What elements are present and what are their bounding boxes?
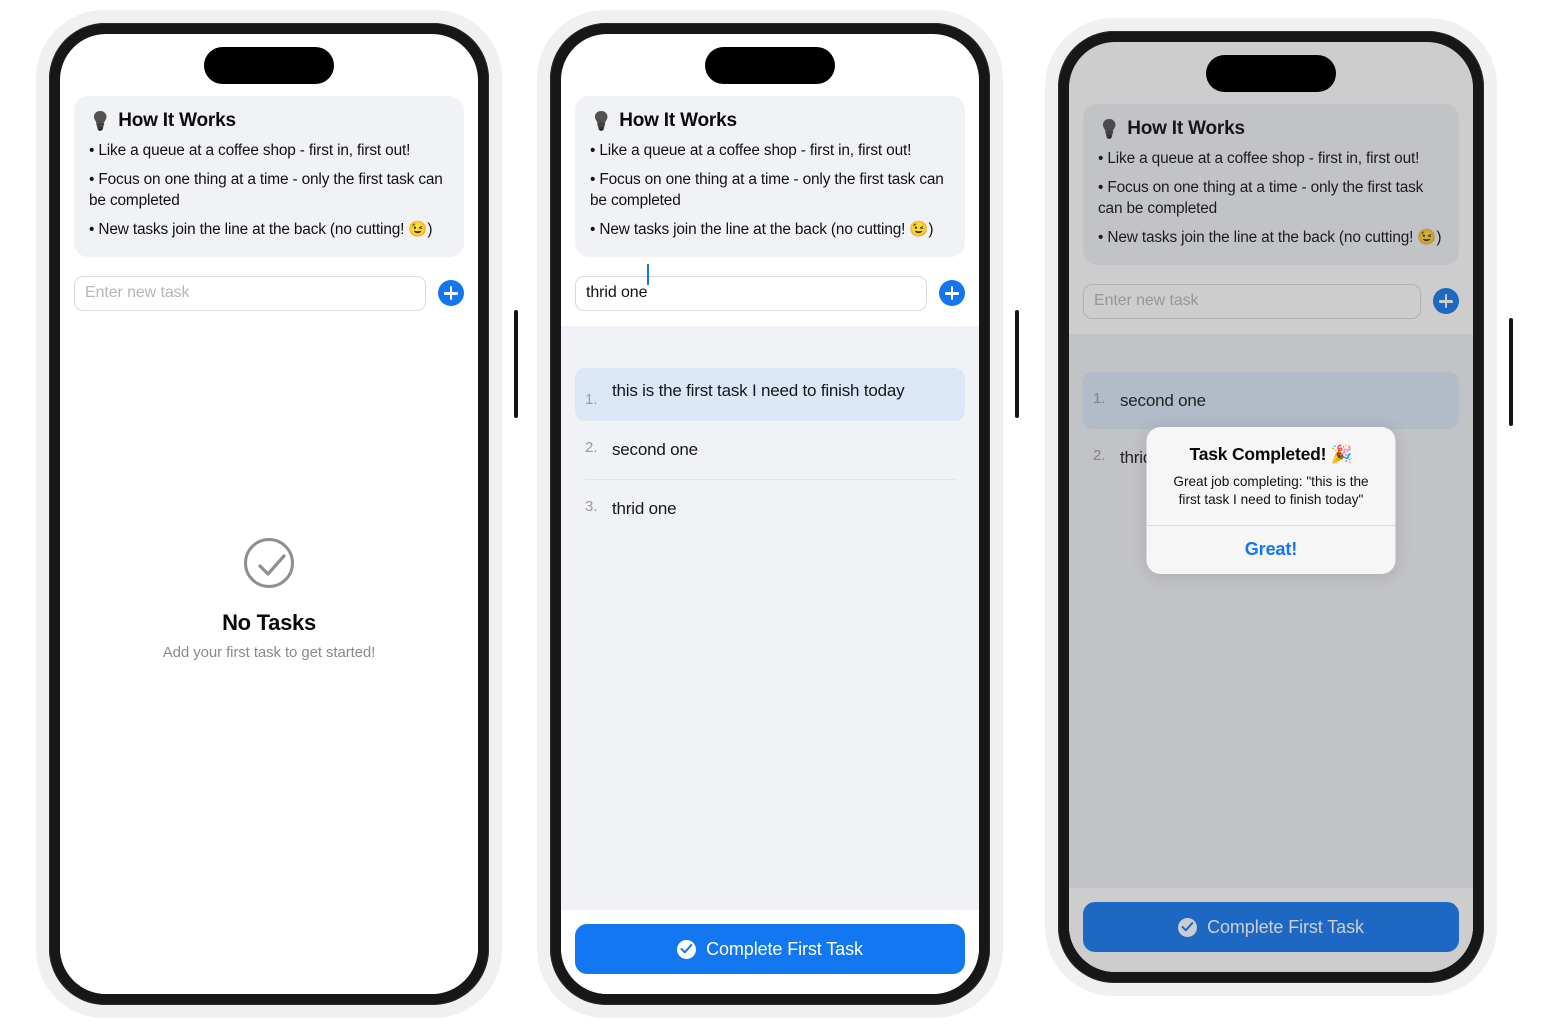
task-text: second one [612, 440, 698, 460]
phone-screen: 💡 How It Works • Like a queue at a coffe… [60, 34, 478, 994]
add-task-button[interactable] [438, 280, 464, 307]
dynamic-island [705, 47, 835, 84]
phone-bezel: 💡 How It Works • Like a queue at a coffe… [550, 23, 990, 1005]
task-row[interactable]: 2. second one [575, 421, 965, 478]
dialog-title: Task Completed! 🎉 [1189, 444, 1353, 464]
how-it-works-bullet: • New tasks join the line at the back (n… [590, 221, 934, 239]
how-it-works-bullet: • Like a queue at a coffee shop - first … [89, 142, 411, 159]
task-row[interactable]: 3. thrid one [575, 480, 965, 537]
new-task-input[interactable] [575, 275, 927, 311]
text-cursor [647, 263, 650, 285]
how-it-works-bullet: • Focus on one thing at a time - only th… [89, 171, 443, 209]
task-number: 1. [585, 390, 598, 408]
phone-screen: 💡 How It Works • Like a queue at a coffe… [1069, 42, 1473, 972]
check-circle-filled-icon [677, 939, 697, 959]
new-task-composer [74, 257, 464, 326]
task-completed-dialog: Task Completed! 🎉 Great job completing: … [1146, 427, 1396, 574]
add-task-button[interactable] [939, 280, 965, 307]
how-it-works-title: How It Works [619, 110, 737, 131]
empty-state-title: No Tasks [222, 609, 316, 635]
empty-state-subtitle: Add your first task to get started! [162, 643, 376, 661]
task-list-area: No Tasks Add your first task to get star… [60, 325, 478, 994]
empty-state: No Tasks Add your first task to get star… [60, 537, 478, 661]
screenshot-canvas: 💡 How It Works • Like a queue at a coffe… [0, 0, 1562, 1034]
phone-task-list: 💡 How It Works • Like a queue at a coffe… [537, 10, 1019, 1018]
dialog-message: Great job completing: "this is the first… [1173, 474, 1369, 507]
new-task-composer [575, 257, 965, 326]
top-section: 💡 How It Works • Like a queue at a coffe… [60, 96, 478, 326]
new-task-input[interactable] [74, 275, 426, 311]
phone-bezel: 💡 How It Works • Like a queue at a coffe… [1058, 31, 1484, 983]
dialog-body: Task Completed! 🎉 Great job completing: … [1147, 427, 1396, 525]
how-it-works-card: 💡 How It Works • Like a queue at a coffe… [575, 96, 965, 257]
lightbulb-icon: 💡 [89, 111, 112, 131]
app-root: 💡 How It Works • Like a queue at a coffe… [60, 34, 478, 994]
how-it-works-card: 💡 How It Works • Like a queue at a coffe… [74, 96, 464, 257]
footer-bar: Complete First Task [561, 910, 979, 994]
top-section: 💡 How It Works • Like a queue at a coffe… [561, 96, 979, 326]
task-text: this is the first task I need to finish … [612, 380, 905, 400]
phone-screen: 💡 How It Works • Like a queue at a coffe… [561, 34, 979, 994]
dialog-confirm-button[interactable]: Great! [1147, 526, 1396, 574]
app-root: 💡 How It Works • Like a queue at a coffe… [561, 34, 979, 994]
dynamic-island [204, 47, 334, 84]
task-text: thrid one [612, 498, 677, 518]
phone-empty-state: 💡 How It Works • Like a queue at a coffe… [36, 10, 518, 1018]
checkmark-glyph [680, 944, 693, 954]
how-it-works-header: 💡 How It Works [590, 110, 950, 132]
power-button[interactable] [514, 310, 518, 418]
task-row[interactable]: 1. this is the first task I need to fini… [575, 367, 965, 422]
complete-first-task-button[interactable]: Complete First Task [575, 924, 965, 974]
check-circle-icon [244, 537, 294, 588]
phone-bezel: 💡 How It Works • Like a queue at a coffe… [49, 23, 489, 1005]
how-it-works-bullet: • Focus on one thing at a time - only th… [590, 171, 944, 209]
phone-completion-dialog: 💡 How It Works • Like a queue at a coffe… [1045, 18, 1513, 996]
dynamic-island [1206, 55, 1336, 92]
task-list: 1. this is the first task I need to fini… [561, 326, 979, 537]
power-button[interactable] [1509, 318, 1513, 426]
how-it-works-title: How It Works [118, 110, 236, 131]
how-it-works-header: 💡 How It Works [89, 110, 449, 132]
task-number: 3. [585, 497, 598, 515]
checkmark-glyph [258, 554, 286, 576]
task-number: 2. [585, 439, 598, 457]
how-it-works-bullet: • New tasks join the line at the back (n… [89, 221, 433, 239]
how-it-works-bullet: • Like a queue at a coffee shop - first … [590, 142, 912, 159]
power-button[interactable] [1015, 310, 1019, 418]
lightbulb-icon: 💡 [590, 111, 613, 131]
complete-first-task-label: Complete First Task [706, 938, 863, 959]
task-list-area: 1. this is the first task I need to fini… [561, 325, 979, 910]
